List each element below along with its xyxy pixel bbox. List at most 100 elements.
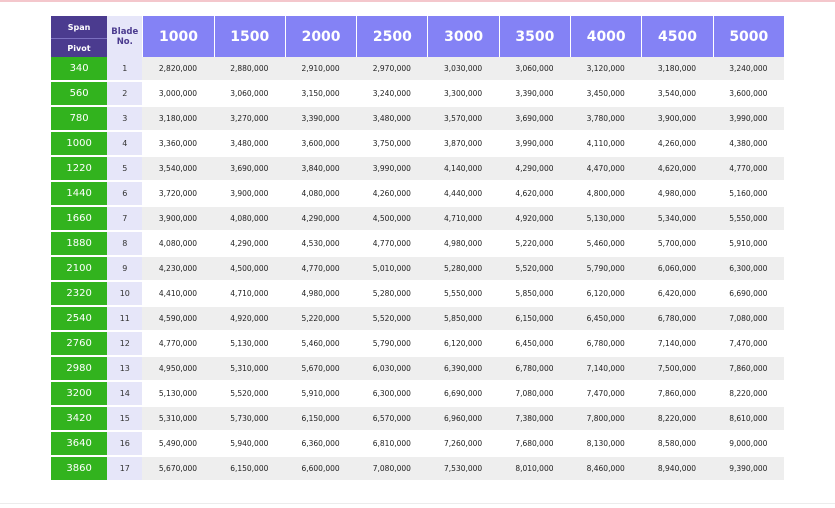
price-cell: 5,220,000 (284, 307, 357, 332)
price-cell: 3,450,000 (570, 82, 642, 107)
blade-number: 15 (107, 407, 143, 432)
price-cell: 3,870,000 (427, 132, 499, 157)
price-cell: 3,390,000 (498, 82, 571, 107)
blade-number: 6 (107, 182, 143, 207)
price-cell: 5,550,000 (712, 207, 784, 232)
price-cell: 8,940,000 (641, 457, 713, 482)
blade-number: 8 (107, 232, 143, 257)
price-cell: 8,220,000 (712, 382, 784, 407)
blade-number: 10 (107, 282, 143, 307)
price-cell: 5,670,000 (284, 357, 357, 382)
price-cell: 3,900,000 (142, 207, 214, 232)
pivot-value: 1880 (51, 232, 108, 257)
price-cell: 3,990,000 (712, 107, 784, 132)
pivot-value: 2540 (51, 307, 108, 332)
price-cell: 4,110,000 (570, 132, 642, 157)
top-divider (0, 0, 835, 2)
table-row: 1220 5 3,540,000 3,690,000 3,840,000 3,990,00… (51, 157, 784, 182)
price-cell: 6,600,000 (284, 457, 357, 482)
price-cell: 3,240,000 (712, 57, 784, 82)
pivot-value: 340 (51, 57, 108, 82)
blade-number: 2 (107, 82, 143, 107)
table-row: 2320 10 4,410,000 4,710,000 4,980,000 5,280,0… (51, 282, 784, 307)
price-cell: 3,030,000 (427, 57, 499, 82)
price-cell: 4,260,000 (641, 132, 713, 157)
price-cell: 4,620,000 (641, 157, 713, 182)
price-cell: 4,410,000 (142, 282, 214, 307)
price-cell: 7,800,000 (570, 407, 642, 432)
price-cell: 3,900,000 (213, 182, 285, 207)
pivot-value: 1660 (51, 207, 108, 232)
price-cell: 4,380,000 (712, 132, 784, 157)
price-cell: 5,460,000 (284, 332, 357, 357)
pivot-value: 3860 (51, 457, 108, 482)
table-row: 3420 15 5,310,000 5,730,000 6,150,000 6,570,0… (51, 407, 784, 432)
table-row: 3860 17 5,670,000 6,150,000 6,600,000 7,080,0… (51, 457, 784, 482)
blade-no-header: Blade No. (107, 16, 143, 57)
price-cell: 4,710,000 (213, 282, 285, 307)
table-row: 3640 16 5,490,000 5,940,000 6,360,000 6,810,0… (51, 432, 784, 457)
price-cell: 4,770,000 (356, 232, 428, 257)
price-cell: 5,010,000 (356, 257, 428, 282)
price-cell: 4,770,000 (284, 257, 357, 282)
price-cell: 5,850,000 (427, 307, 499, 332)
price-cell: 6,120,000 (570, 282, 642, 307)
price-cell: 6,960,000 (427, 407, 499, 432)
price-cell: 5,550,000 (427, 282, 499, 307)
price-cell: 3,060,000 (498, 57, 571, 82)
blade-number: 14 (107, 382, 143, 407)
price-cell: 5,280,000 (356, 282, 428, 307)
price-cell: 7,860,000 (641, 382, 713, 407)
table-row: 2540 11 4,590,000 4,920,000 5,220,000 5,520,0… (51, 307, 784, 332)
price-cell: 4,500,000 (213, 257, 285, 282)
price-cell: 5,790,000 (570, 257, 642, 282)
price-cell: 4,230,000 (142, 257, 214, 282)
price-cell: 4,080,000 (284, 182, 357, 207)
price-cell: 8,220,000 (641, 407, 713, 432)
price-cell: 3,390,000 (284, 107, 357, 132)
price-cell: 4,770,000 (142, 332, 214, 357)
pivot-value: 1440 (51, 182, 108, 207)
price-cell: 5,520,000 (356, 307, 428, 332)
price-cell: 2,880,000 (213, 57, 285, 82)
blade-number: 7 (107, 207, 143, 232)
table-row: 1880 8 4,080,000 4,290,000 4,530,000 4,770,00… (51, 232, 784, 257)
price-cell: 6,420,000 (641, 282, 713, 307)
pivot-value: 1220 (51, 157, 108, 182)
price-cell: 3,480,000 (356, 107, 428, 132)
price-cell: 4,440,000 (427, 182, 499, 207)
price-cell: 3,540,000 (142, 157, 214, 182)
price-cell: 7,080,000 (356, 457, 428, 482)
price-cell: 5,700,000 (641, 232, 713, 257)
price-cell: 6,780,000 (641, 307, 713, 332)
price-cell: 6,060,000 (641, 257, 713, 282)
table-row: 2980 13 4,950,000 5,310,000 5,670,000 6,030,0… (51, 357, 784, 382)
price-cell: 6,030,000 (356, 357, 428, 382)
price-cell: 8,010,000 (498, 457, 571, 482)
price-cell: 7,530,000 (427, 457, 499, 482)
price-cell: 5,910,000 (712, 232, 784, 257)
blade-number: 1 (107, 57, 143, 82)
span-column-header: 4500 (641, 16, 713, 57)
price-cell: 7,470,000 (712, 332, 784, 357)
price-cell: 5,130,000 (570, 207, 642, 232)
price-cell: 3,600,000 (284, 132, 357, 157)
bottom-divider (0, 503, 835, 504)
table-header-row: Span Pivot Blade No. 1000 1500 2000 2500 300… (51, 16, 784, 57)
pivot-value: 1000 (51, 132, 108, 157)
price-cell: 6,690,000 (427, 382, 499, 407)
span-pivot-corner: Span Pivot (51, 16, 107, 57)
price-cell: 5,850,000 (498, 282, 571, 307)
price-cell: 5,160,000 (712, 182, 784, 207)
price-cell: 4,590,000 (142, 307, 214, 332)
price-cell: 6,780,000 (570, 332, 642, 357)
price-cell: 3,180,000 (641, 57, 713, 82)
price-cell: 4,710,000 (427, 207, 499, 232)
price-cell: 5,310,000 (213, 357, 285, 382)
price-cell: 8,610,000 (712, 407, 784, 432)
pivot-value: 2760 (51, 332, 108, 357)
table-row: 1000 4 3,360,000 3,480,000 3,600,000 3,750,00… (51, 132, 784, 157)
blade-number: 12 (107, 332, 143, 357)
pivot-value: 3420 (51, 407, 108, 432)
price-cell: 3,180,000 (142, 107, 214, 132)
